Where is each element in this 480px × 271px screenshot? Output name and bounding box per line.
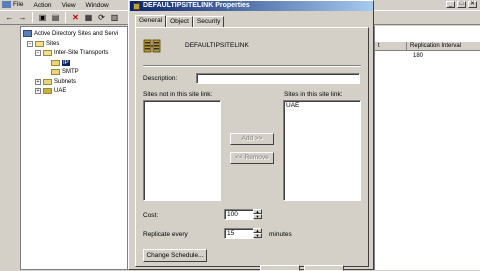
sites-in-link-list[interactable]: UAE [283, 100, 361, 201]
menu-action[interactable]: Action [28, 2, 56, 9]
description-field[interactable] [196, 73, 360, 84]
remove-button[interactable]: << Remove [230, 152, 274, 164]
export-icon[interactable]: ▥ [109, 12, 120, 23]
console-tree: Active Directory Sites and Servi − Sites… [20, 26, 128, 270]
description-label: Description: [143, 75, 178, 82]
cancel-button[interactable] [304, 265, 344, 271]
menu-view[interactable]: View [57, 2, 81, 9]
console-icon [2, 1, 11, 9]
properties-dialog: DEFAULTIPSITELINK Properties General Obj… [128, 0, 374, 270]
tree-item-subnets[interactable]: + Subnets [35, 77, 76, 86]
replicate-interval-spinner[interactable]: ▲ ▼ [253, 228, 262, 239]
toolbar-separator [65, 12, 66, 23]
expand-icon[interactable]: + [35, 78, 41, 85]
menu-window[interactable]: Window [81, 2, 114, 9]
change-schedule-button[interactable]: Change Schedule... [143, 249, 207, 262]
window-controls-area: _ □ ✕ [374, 0, 480, 10]
sites-in-link-label: Sites in this site link: [284, 91, 343, 98]
tree-item-sites[interactable]: − Sites [27, 39, 59, 48]
folder-icon [43, 49, 52, 56]
details-pane: t Replication Interval 180 [374, 26, 480, 270]
refresh-icon[interactable]: ⟳ [96, 12, 107, 23]
forward-icon[interactable]: → [17, 12, 28, 23]
menu-file[interactable]: File [0, 1, 28, 9]
sites-not-in-link-list[interactable] [143, 100, 221, 201]
divider [143, 65, 361, 67]
cost-field[interactable]: 100 [224, 209, 254, 220]
folder-icon [51, 59, 60, 66]
maximize-icon[interactable]: □ [457, 1, 466, 8]
site-link-name: DEFAULTIPSITELINK [185, 42, 249, 49]
dialog-title: DEFAULTIPSITELINK Properties [143, 2, 250, 9]
close-icon[interactable]: ✕ [468, 1, 477, 8]
delete-icon[interactable]: ✕ [70, 12, 81, 23]
replicate-interval-field[interactable]: 15 [224, 228, 254, 239]
site-link-icon [133, 2, 140, 10]
tree-item-ip[interactable]: IP [51, 58, 70, 67]
tab-security[interactable]: Security [192, 16, 225, 27]
active-directory-icon [23, 30, 32, 37]
tree-item-inter-site-transports[interactable]: − Inter-Site Transports [35, 48, 108, 57]
tab-object[interactable]: Object [166, 16, 193, 27]
tree-item-uae[interactable]: + UAE [35, 86, 66, 95]
add-button[interactable]: Add >> [230, 133, 274, 145]
tree-item-root[interactable]: Active Directory Sites and Servi [23, 29, 118, 38]
expand-icon[interactable]: + [35, 87, 41, 94]
window-buttons: _ □ ✕ [446, 1, 477, 8]
collapse-icon[interactable]: − [27, 40, 33, 47]
replicate-every-label: Replicate every [143, 231, 188, 238]
minimize-icon[interactable]: _ [446, 1, 455, 8]
site-icon [43, 87, 52, 94]
properties-icon[interactable]: ▦ [83, 12, 94, 23]
folder-icon [35, 40, 44, 47]
minutes-label: minutes [269, 231, 292, 238]
list-item[interactable]: UAE [286, 102, 358, 109]
cell-replication-interval[interactable]: 180 [413, 53, 423, 59]
collapse-icon[interactable]: − [35, 49, 41, 56]
dialog-button-row [128, 264, 374, 271]
toolbar-separator [32, 12, 33, 23]
tab-general[interactable]: General [135, 15, 167, 27]
column-header-replication-interval[interactable]: Replication Interval [407, 42, 480, 51]
cost-spinner[interactable]: ▲ ▼ [253, 209, 262, 220]
spin-down-icon[interactable]: ▼ [253, 233, 262, 238]
folder-icon [43, 78, 52, 85]
column-header-cost[interactable]: t [375, 42, 407, 51]
back-icon[interactable]: ← [4, 12, 15, 23]
folder-icon [51, 68, 60, 75]
sites-not-in-link-label: Sites not in this site link: [143, 91, 213, 98]
up-folder-icon[interactable]: ▣ [37, 12, 48, 23]
cost-label: Cost: [143, 212, 159, 219]
dialog-titlebar[interactable]: DEFAULTIPSITELINK Properties [130, 1, 373, 11]
site-link-large-icon [143, 39, 161, 53]
spin-down-icon[interactable]: ▼ [253, 214, 262, 219]
tab-strip: General Object Security [135, 15, 225, 27]
tree-item-smtp[interactable]: SMTP [51, 67, 79, 76]
show-tree-icon[interactable]: ▤ [50, 12, 61, 23]
ok-button[interactable] [260, 265, 300, 271]
